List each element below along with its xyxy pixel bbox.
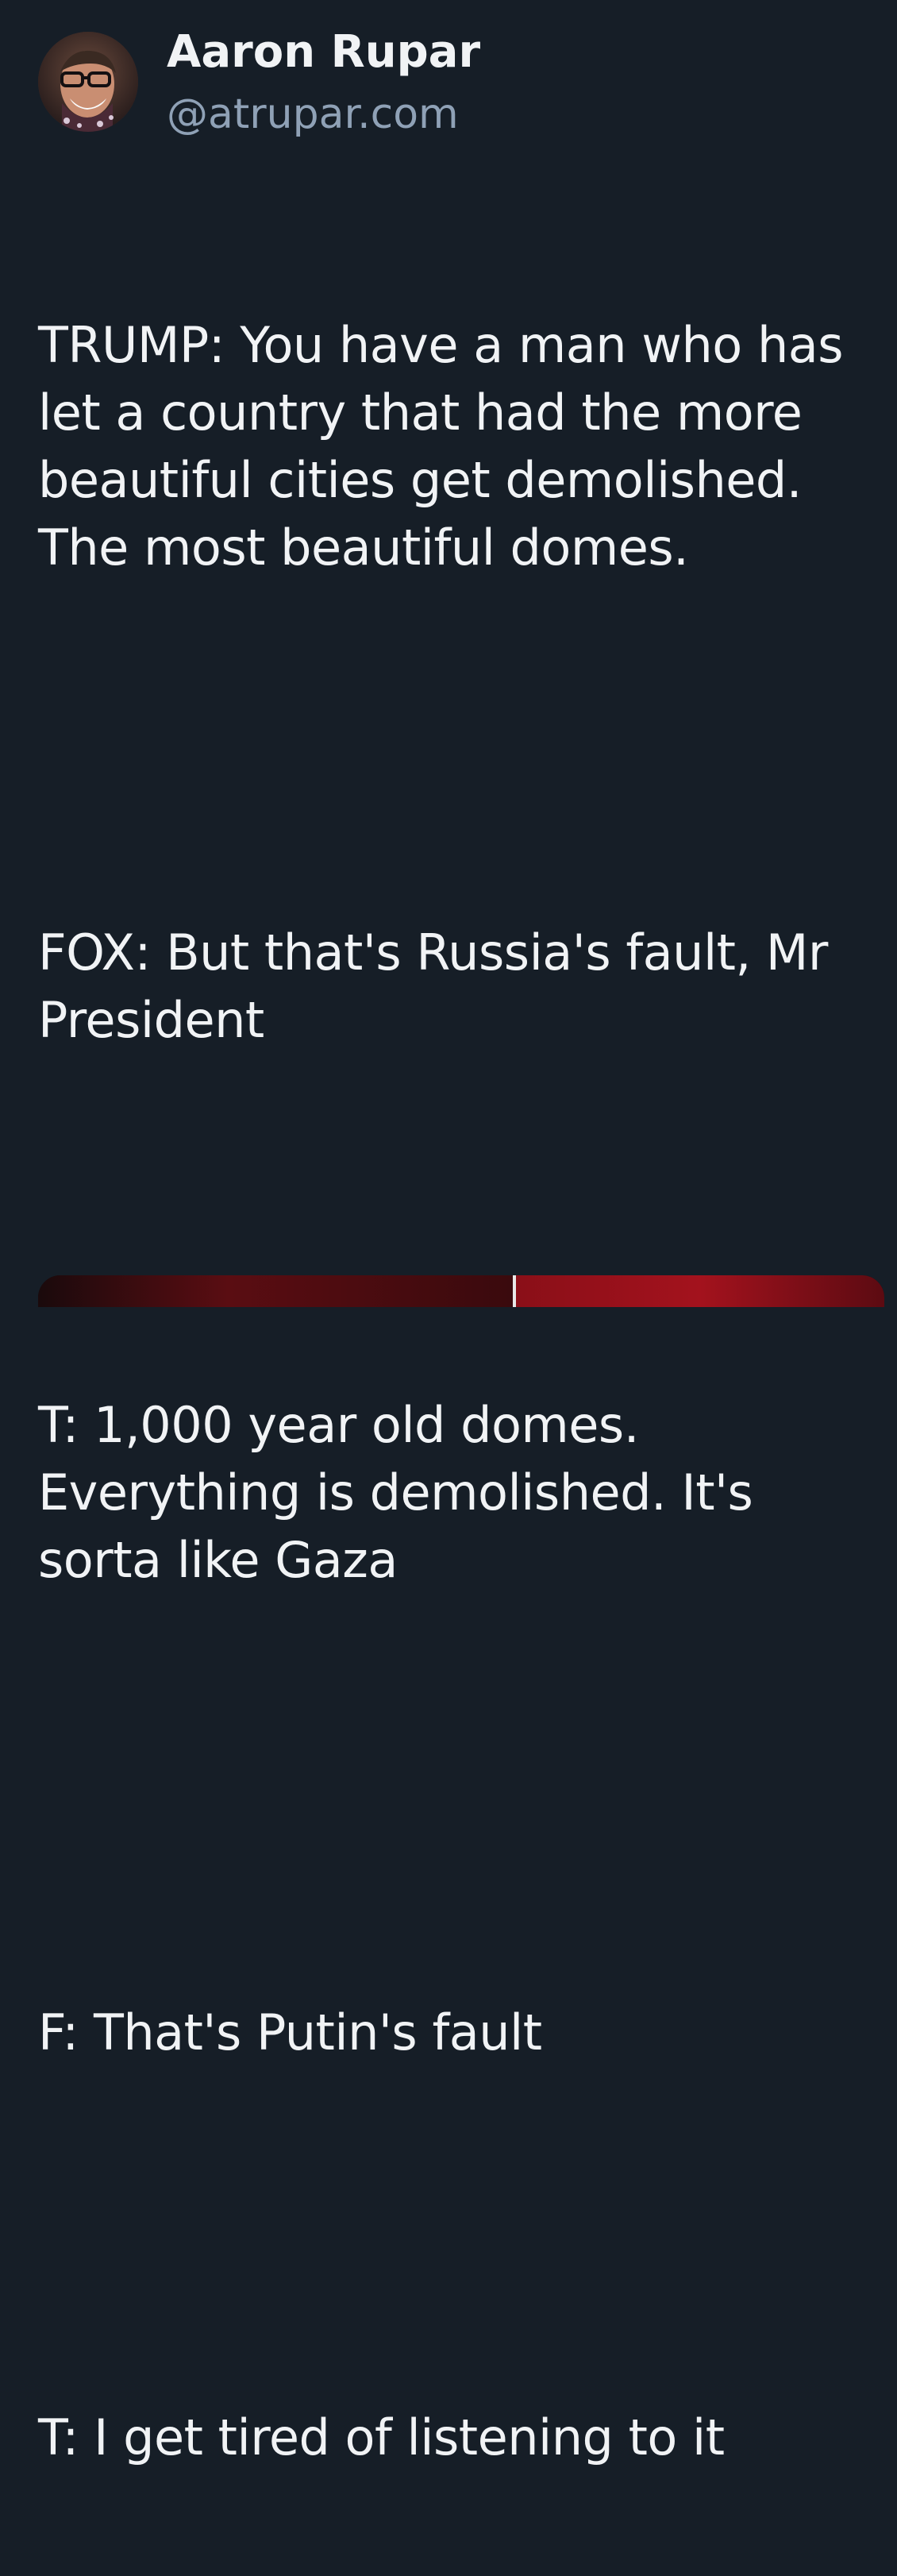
post-paragraph: T: 1,000 year old domes. Everything is d… (38, 1396, 768, 1589)
post-paragraph: TRUMP: You have a man who has let a coun… (38, 316, 859, 577)
avatar[interactable] (38, 32, 138, 132)
video-frame-left (38, 1275, 513, 1307)
video-thumbnail[interactable] (38, 1275, 884, 1307)
post-text: TRUMP: You have a man who has let a coun… (38, 176, 884, 2576)
author-handle[interactable]: @atrupar.com (167, 84, 459, 145)
author-name[interactable]: Aaron Rupar (167, 22, 480, 83)
post-paragraph: FOX: But that's Russia's fault, Mr Presi… (38, 924, 844, 1049)
post-card: Aaron Rupar @atrupar.com TRUMP: You have… (0, 0, 897, 2466)
post-paragraph: T: I get tired of listening to it (38, 2408, 725, 2466)
video-frame-right (516, 1275, 884, 1307)
avatar-photo-icon (38, 32, 138, 132)
post-paragraph: F: That's Putin's fault (38, 2003, 542, 2061)
